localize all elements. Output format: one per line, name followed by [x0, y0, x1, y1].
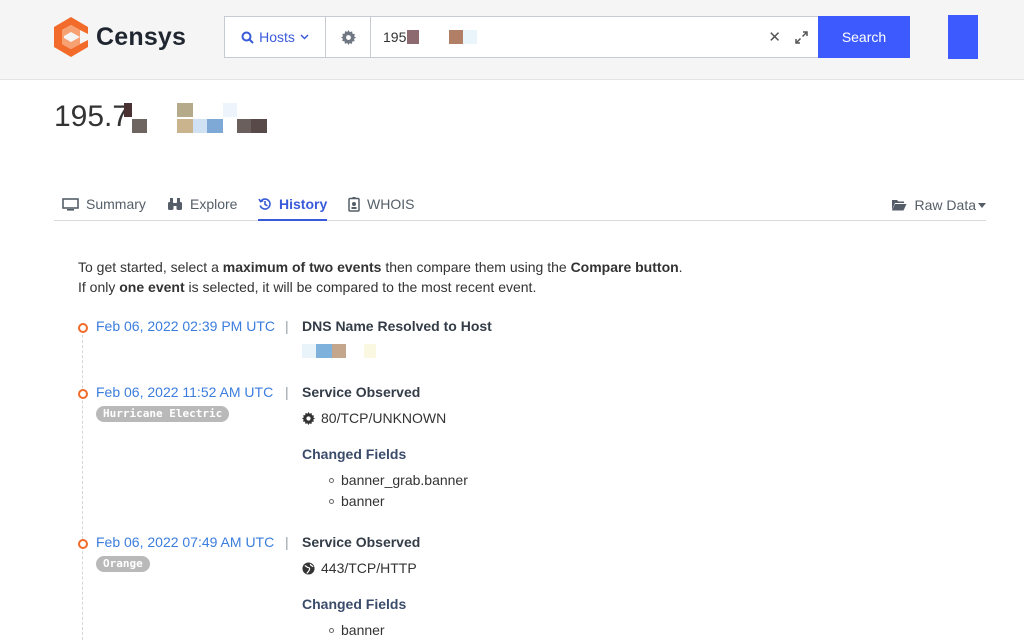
bullet: [329, 499, 334, 504]
list-item: banner: [329, 620, 802, 641]
event-details: Service Observed 443/TCP/HTTP Changed Fi…: [302, 534, 802, 641]
redacted-block: [463, 30, 478, 44]
tab-history[interactable]: History: [258, 196, 328, 221]
separator: |: [285, 534, 289, 550]
gear-icon: [340, 29, 356, 45]
list-item: banner_grab.banner: [329, 470, 802, 491]
brand-name: Censys: [96, 22, 187, 51]
intro-text: To get started, select a: [78, 259, 223, 275]
host-tabs: Summary Explore History WHOIS Raw Data: [54, 190, 986, 221]
redacted-hostname: [302, 344, 802, 358]
event-title: Service Observed: [302, 534, 421, 550]
service-line: 443/TCP/HTTP: [302, 560, 802, 576]
chevron-down-icon: [300, 34, 309, 40]
binoculars-icon: [168, 198, 182, 210]
id-badge-icon: [348, 196, 360, 212]
field-name: banner_grab.banner: [341, 472, 468, 488]
tab-label: Summary: [86, 196, 146, 212]
tab-label: Explore: [190, 196, 238, 212]
tab-summary[interactable]: Summary: [62, 196, 146, 212]
tab-explore[interactable]: Explore: [167, 196, 237, 212]
clear-icon[interactable]: ✕: [768, 28, 781, 46]
monitor-icon: [62, 197, 79, 211]
expand-icon[interactable]: [795, 30, 808, 44]
intro-text: If only: [78, 279, 120, 295]
account-button[interactable]: [948, 15, 978, 59]
network-badge: Hurricane Electric: [96, 406, 230, 422]
event-title: DNS Name Resolved to Host: [302, 318, 492, 334]
globe-icon: [302, 561, 315, 575]
raw-data-dropdown[interactable]: Raw Data: [891, 197, 986, 213]
search-type-dropdown[interactable]: Hosts: [225, 17, 326, 57]
instructions-line-2: If only one event is selected, it will b…: [78, 277, 683, 297]
event-select-dot[interactable]: [78, 323, 88, 333]
event-date[interactable]: Feb 06, 2022 11:52 AM UTC: [96, 384, 273, 400]
changed-fields-heading: Changed Fields: [302, 446, 407, 462]
gear-icon: [302, 411, 315, 425]
bullet: [329, 478, 334, 483]
event-select-dot[interactable]: [78, 389, 88, 399]
network-badge: Orange: [96, 556, 150, 572]
list-item: banner: [329, 491, 802, 512]
censys-logo[interactable]: Censys: [52, 17, 186, 57]
intro-bold: maximum of two events: [222, 259, 382, 275]
changed-fields-list: banner: [302, 620, 802, 641]
redacted-block: [449, 30, 464, 44]
field-name: banner: [341, 622, 385, 638]
event-details: Service Observed 80/TCP/UNKNOWN Changed …: [302, 384, 802, 512]
changed-fields-heading: Changed Fields: [302, 596, 407, 612]
intro-text: then compare them using the: [381, 259, 571, 275]
event-date[interactable]: Feb 06, 2022 02:39 PM UTC: [96, 318, 275, 334]
event-title: Service Observed: [302, 384, 421, 400]
separator: |: [285, 318, 289, 334]
service-name: 443/TCP/HTTP: [321, 560, 417, 576]
folder-open-icon: [891, 200, 907, 211]
search-query-text: 195: [383, 29, 407, 45]
page-title: 195.7: [54, 100, 279, 134]
search-input-tools: ✕: [768, 17, 808, 57]
service-name: 80/TCP/UNKNOWN: [321, 410, 447, 426]
caret-down-icon: [978, 202, 986, 208]
search-button[interactable]: Search: [818, 16, 910, 58]
search-type-label: Hosts: [259, 29, 295, 45]
host-ip-prefix: 195.7: [54, 100, 130, 133]
field-name: banner: [341, 493, 385, 509]
event-date[interactable]: Feb 06, 2022 07:49 AM UTC: [96, 534, 274, 550]
tab-label: History: [279, 196, 328, 212]
top-bar: Censys Hosts 195 ✕ Search: [0, 0, 1024, 80]
redacted-host-ip: [124, 100, 279, 134]
bullet: [329, 628, 334, 633]
history-instructions: To get started, select a maximum of two …: [78, 257, 683, 297]
separator: |: [285, 384, 289, 400]
intro-bold: Compare button: [570, 259, 679, 275]
tab-label: WHOIS: [367, 196, 415, 212]
intro-bold: one event: [119, 279, 185, 295]
intro-text: is selected, it will be compared to the …: [184, 279, 537, 295]
search-input[interactable]: 195 ✕: [371, 17, 818, 57]
censys-logo-icon: [54, 17, 88, 57]
search-icon: [241, 31, 254, 44]
changed-fields-list: banner_grab.banner banner: [302, 470, 802, 512]
redacted-block: [407, 30, 420, 44]
event-details: DNS Name Resolved to Host: [302, 318, 802, 358]
history-icon: [258, 198, 271, 210]
service-line: 80/TCP/UNKNOWN: [302, 410, 802, 426]
intro-text: .: [678, 259, 683, 275]
instructions-line-1: To get started, select a maximum of two …: [78, 257, 683, 277]
raw-data-label: Raw Data: [914, 197, 976, 213]
search-bar: Hosts 195 ✕ Search: [224, 16, 910, 58]
search-settings-button[interactable]: [326, 17, 371, 57]
tab-whois[interactable]: WHOIS: [348, 196, 414, 212]
event-select-dot[interactable]: [78, 539, 88, 549]
timeline-line: [82, 330, 83, 642]
